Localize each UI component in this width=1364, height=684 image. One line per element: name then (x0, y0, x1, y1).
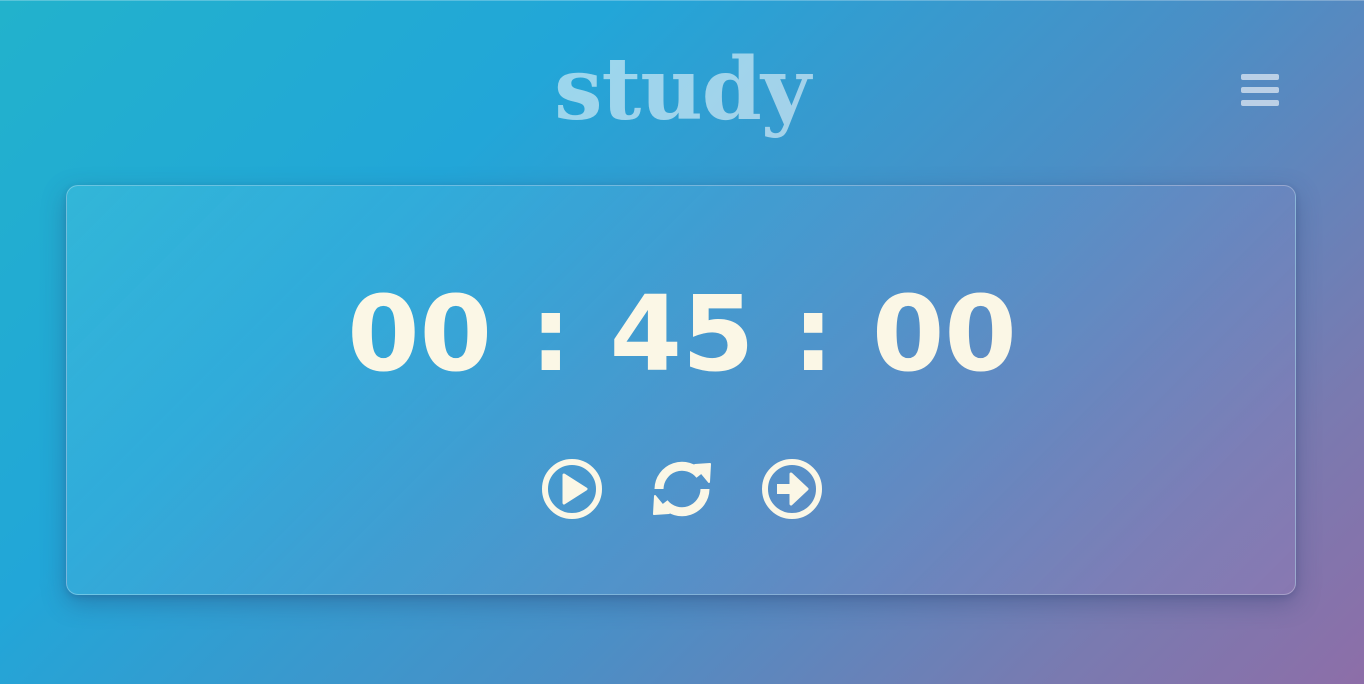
play-circle-icon (542, 459, 602, 519)
timer-separator: : (792, 273, 834, 395)
timer-minutes: 45 (609, 273, 755, 395)
next-button[interactable] (759, 456, 825, 522)
arrow-right-circle-icon (762, 459, 822, 519)
timer-seconds: 00 (871, 273, 1017, 395)
page-title: study (554, 39, 811, 140)
play-button[interactable] (539, 456, 605, 522)
top-edge (0, 0, 1364, 1)
reset-button[interactable] (649, 456, 715, 522)
timer-hours: 00 (347, 273, 493, 395)
menu-button[interactable] (1238, 72, 1282, 112)
timer-controls (67, 456, 1297, 522)
timer-separator: : (530, 273, 572, 395)
refresh-icon (653, 461, 711, 517)
timer-display: 00 : 45 : 00 (67, 274, 1297, 394)
timer-card: 00 : 45 : 00 (66, 185, 1296, 595)
hamburger-menu-icon (1241, 74, 1279, 106)
